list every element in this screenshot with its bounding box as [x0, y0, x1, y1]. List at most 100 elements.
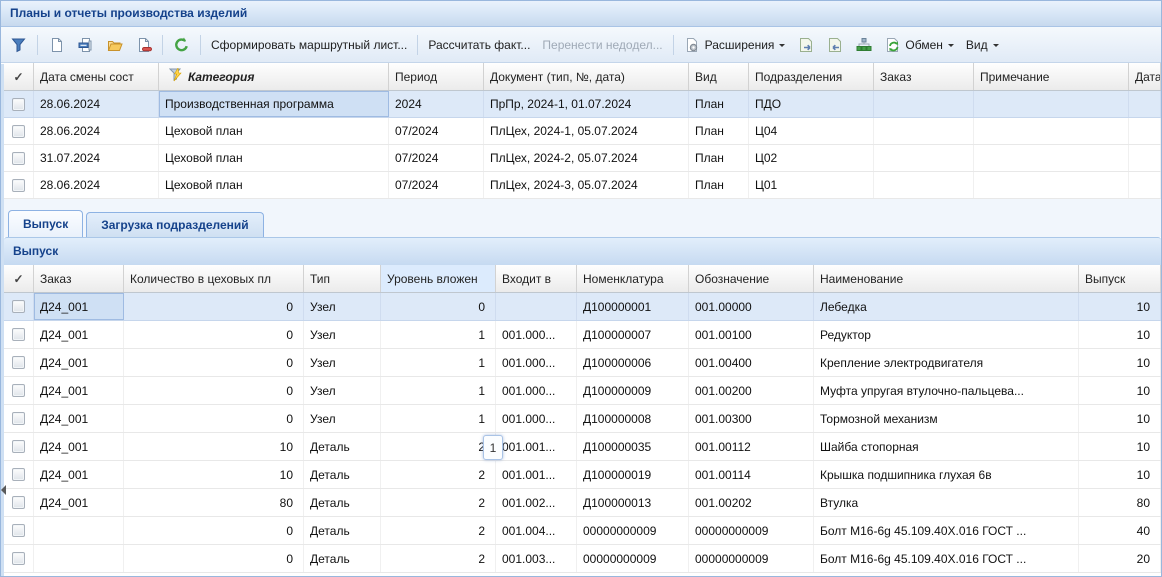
cell[interactable]: 001.00202	[689, 489, 814, 516]
cell[interactable]: 10	[1079, 321, 1161, 348]
plans_table-header-7[interactable]: Заказ	[874, 63, 974, 90]
cell[interactable]: Втулка	[814, 489, 1079, 516]
cell[interactable]: 10	[124, 433, 304, 460]
cell[interactable]: 00000000009	[577, 545, 689, 572]
cell[interactable]: Д24_001	[34, 461, 124, 488]
cell[interactable]: 001.00400	[689, 349, 814, 376]
table-row[interactable]: Д24_0010Узел0Д100000001001.00000Лебедка1…	[4, 293, 1161, 321]
cell[interactable]: 0	[124, 405, 304, 432]
cell[interactable]: Узел	[304, 405, 381, 432]
cell[interactable]: Цеховой план	[159, 145, 389, 171]
refresh-button[interactable]	[168, 34, 195, 56]
cell[interactable]: Д24_001	[34, 405, 124, 432]
cell[interactable]: Узел	[304, 293, 381, 320]
cell[interactable]: 10	[1079, 377, 1161, 404]
cell[interactable]: Д100000006	[577, 349, 689, 376]
table-row[interactable]: 0Деталь2001.003...0000000000900000000009…	[4, 545, 1161, 573]
cell[interactable]: 80	[124, 489, 304, 516]
cell[interactable]: Деталь	[304, 517, 381, 544]
import-button[interactable]	[821, 34, 848, 56]
row-checkbox[interactable]	[12, 356, 25, 369]
tab-vypusk[interactable]: Выпуск	[8, 210, 83, 237]
cell[interactable]: Крышка подшипника глухая 6в	[814, 461, 1079, 488]
cell[interactable]: Производственная программа	[159, 91, 389, 117]
cell[interactable]: План	[689, 172, 749, 198]
table-row[interactable]: 0Деталь2001.004...0000000000900000000009…	[4, 517, 1161, 545]
plans_table-header-2[interactable]: Категория	[159, 63, 389, 90]
cell[interactable]: Цеховой план	[159, 172, 389, 198]
row-checkbox[interactable]	[12, 496, 25, 509]
output_table-header-5[interactable]: Входит в	[496, 265, 577, 292]
output_table-header-8[interactable]: Наименование	[814, 265, 1079, 292]
cell[interactable]: 001.003...	[496, 545, 577, 572]
cell[interactable]: 1	[381, 321, 496, 348]
cell[interactable]: 0	[381, 293, 496, 320]
cell[interactable]	[974, 172, 1129, 198]
plans_table-header-9[interactable]: Дата	[1129, 63, 1161, 90]
row-checkbox[interactable]	[12, 440, 25, 453]
cell[interactable]: 001.00112	[689, 433, 814, 460]
cell[interactable]: Д100000008	[577, 405, 689, 432]
cell[interactable]: Узел	[304, 321, 381, 348]
row-checkbox[interactable]	[12, 412, 25, 425]
cell[interactable]: 0	[124, 545, 304, 572]
cell[interactable]: Лебедка	[814, 293, 1079, 320]
cell[interactable]: 20	[1079, 545, 1161, 572]
output_table-header-7[interactable]: Обозначение	[689, 265, 814, 292]
plans_table-header-3[interactable]: Период	[389, 63, 484, 90]
plans_table-select-all-header[interactable]: ✓	[4, 63, 34, 90]
cell[interactable]: Д24_001	[34, 293, 124, 320]
cell[interactable]	[1129, 118, 1161, 144]
table-row[interactable]: Д24_0010Узел1001.000...Д100000009001.002…	[4, 377, 1161, 405]
cell[interactable]: 001.00100	[689, 321, 814, 348]
cell[interactable]: 31.07.2024	[34, 145, 159, 171]
cell[interactable]: ПлЦех, 2024-1, 05.07.2024	[484, 118, 689, 144]
cell[interactable]: План	[689, 118, 749, 144]
cell[interactable]: 28.06.2024	[34, 91, 159, 117]
move-unfinished-button[interactable]: Перенести недодел...	[537, 35, 667, 55]
cell[interactable]	[874, 145, 974, 171]
cell[interactable]: Шайба стопорная	[814, 433, 1079, 460]
table-row[interactable]: Д24_0010Узел1001.000...Д100000008001.003…	[4, 405, 1161, 433]
table-row[interactable]: 28.06.2024Цеховой план07/2024ПлЦех, 2024…	[4, 172, 1161, 199]
cell[interactable]: 001.001...	[496, 461, 577, 488]
cell[interactable]	[974, 91, 1129, 117]
row-checkbox[interactable]	[12, 524, 25, 537]
cell[interactable]: 1	[381, 349, 496, 376]
output_table-header-1[interactable]: Заказ	[34, 265, 124, 292]
cell[interactable]: 00000000009	[689, 517, 814, 544]
cell[interactable]	[34, 517, 124, 544]
output_table-header-6[interactable]: Номенклатура	[577, 265, 689, 292]
cell[interactable]: Д100000019	[577, 461, 689, 488]
cell[interactable]: 07/2024	[389, 118, 484, 144]
cell[interactable]	[34, 545, 124, 572]
cell[interactable]: 001.004...	[496, 517, 577, 544]
cell[interactable]: 2024	[389, 91, 484, 117]
cell[interactable]: 1	[381, 377, 496, 404]
cell[interactable]: Деталь	[304, 433, 381, 460]
cell[interactable]: Тормозной механизм	[814, 405, 1079, 432]
output_table-header-2[interactable]: Количество в цеховых пл	[124, 265, 304, 292]
form-route-list-button[interactable]: Сформировать маршрутный лист...	[206, 35, 412, 55]
cell[interactable]: Цеховой план	[159, 118, 389, 144]
cell[interactable]: Ц01	[749, 172, 874, 198]
new-document-button[interactable]	[43, 34, 70, 56]
cell[interactable]: 2	[381, 489, 496, 516]
cell[interactable]	[1129, 172, 1161, 198]
cell[interactable]: Муфта упругая втулочно-пальцева...	[814, 377, 1079, 404]
table-row[interactable]: 31.07.2024Цеховой план07/2024ПлЦех, 2024…	[4, 145, 1161, 172]
cell[interactable]: Редуктор	[814, 321, 1079, 348]
cell[interactable]: Болт М16-6g 45.109.40Х.016 ГОСТ ...	[814, 545, 1079, 572]
cell[interactable]	[1129, 91, 1161, 117]
cell[interactable]: 10	[1079, 349, 1161, 376]
plans_table-header-1[interactable]: Дата смены сост	[34, 63, 159, 90]
filter-button[interactable]	[5, 34, 32, 56]
cell[interactable]: Д100000009	[577, 377, 689, 404]
cell[interactable]	[974, 118, 1129, 144]
hierarchy-button[interactable]	[850, 34, 877, 56]
cell[interactable]	[874, 172, 974, 198]
table-row[interactable]: Д24_0010Узел1001.000...Д100000007001.001…	[4, 321, 1161, 349]
cell[interactable]: 28.06.2024	[34, 118, 159, 144]
cell[interactable]: Д100000035	[577, 433, 689, 460]
cell[interactable]: 07/2024	[389, 145, 484, 171]
